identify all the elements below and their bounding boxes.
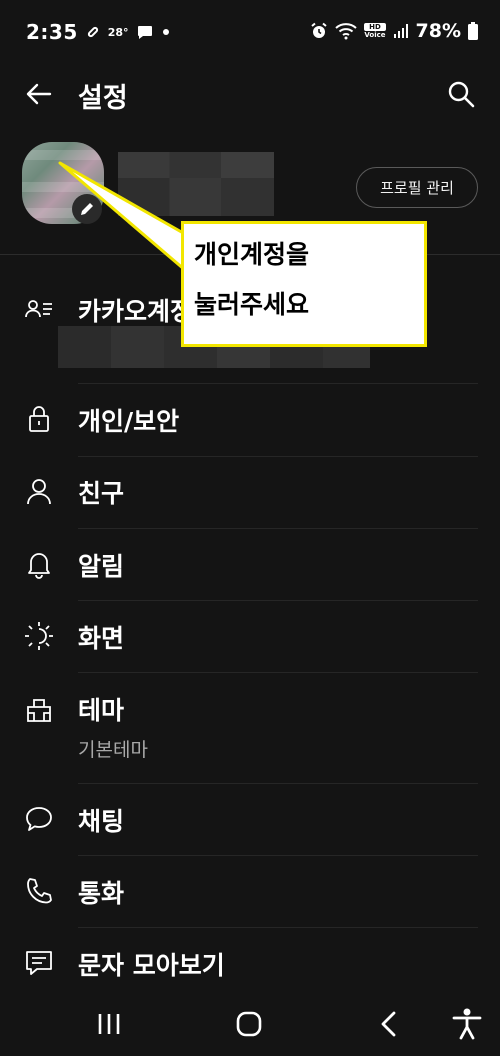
menu-label-chat: 채팅 [78, 807, 125, 836]
callout-line-1: 개인계정을 [194, 240, 310, 269]
home-icon[interactable] [231, 1006, 267, 1042]
menu-item-friends[interactable]: 친구 [0, 457, 500, 528]
status-left: 2:35 28° [26, 20, 171, 44]
battery-icon [468, 22, 478, 40]
recent-apps-icon[interactable] [91, 1006, 127, 1042]
phone-icon [27, 878, 52, 904]
status-time: 2:35 [26, 20, 78, 44]
signal-icon [393, 24, 408, 38]
menu-label-privacy: 개인/보안 [78, 407, 180, 436]
menu-label-sms: 문자 모아보기 [78, 951, 225, 980]
battery-percent: 78% [415, 20, 461, 42]
dot-icon [162, 29, 169, 35]
menu-label-notifications: 알림 [78, 552, 125, 581]
speech-bubble-icon [26, 807, 52, 831]
profile-edit-button[interactable] [72, 194, 102, 224]
status-temperature: 28° [107, 25, 129, 39]
menu-item-call[interactable]: 통화 [0, 856, 500, 927]
menu-label-account: 카카오계정 [78, 297, 194, 326]
status-bar: 2:35 28° HD Voice 78% [0, 0, 500, 64]
search-icon[interactable] [446, 79, 476, 109]
menu-item-display[interactable]: 화면 [0, 601, 500, 672]
callout-line-2: 눌러주세요 [194, 290, 310, 319]
menu-label-call: 통화 [78, 879, 125, 908]
system-nav-bar [0, 992, 500, 1056]
alarm-icon [311, 22, 328, 38]
wifi-icon [335, 23, 358, 40]
profile-manage-button[interactable]: 프로필 관리 [356, 167, 478, 208]
menu-item-theme[interactable]: 테마 기본테마 [0, 673, 500, 783]
menu-item-privacy[interactable]: 개인/보안 [0, 384, 500, 456]
theme-icon [27, 699, 51, 722]
status-right: HD Voice 78% [310, 20, 478, 42]
menu-item-chat[interactable]: 채팅 [0, 784, 500, 855]
person-icon [27, 479, 51, 505]
arrow-left-icon[interactable] [24, 79, 54, 109]
lock-icon [29, 406, 49, 432]
accessibility-icon[interactable] [449, 1006, 485, 1042]
message-icon [26, 951, 52, 975]
brightness-icon [25, 622, 53, 650]
avatar-stripe [22, 182, 104, 192]
link-icon [87, 26, 98, 38]
menu-sublabel-theme: 기본테마 [78, 739, 148, 761]
menu-label-theme: 테마 [78, 696, 125, 725]
callout-box: 개인계정을 눌러주세요 [181, 221, 427, 347]
account-list-icon [25, 300, 52, 318]
bell-icon [28, 553, 50, 579]
pencil-icon [81, 203, 93, 215]
menu-item-sms[interactable]: 문자 모아보기 [0, 928, 500, 992]
menu-label-display: 화면 [78, 624, 125, 653]
back-icon[interactable] [372, 1006, 408, 1042]
avatar-stripe [22, 150, 104, 160]
profile-name-redacted [118, 152, 274, 216]
hd-label: HD [364, 23, 386, 31]
menu-label-friends: 친구 [78, 479, 125, 508]
header: 설정 [0, 64, 500, 124]
voice-label: Voice [364, 31, 386, 39]
hd-voice-badge: HD Voice [364, 23, 386, 39]
page-title: 설정 [78, 83, 128, 114]
menu-item-notifications[interactable]: 알림 [0, 529, 500, 600]
chat-bubble-icon [137, 25, 152, 39]
